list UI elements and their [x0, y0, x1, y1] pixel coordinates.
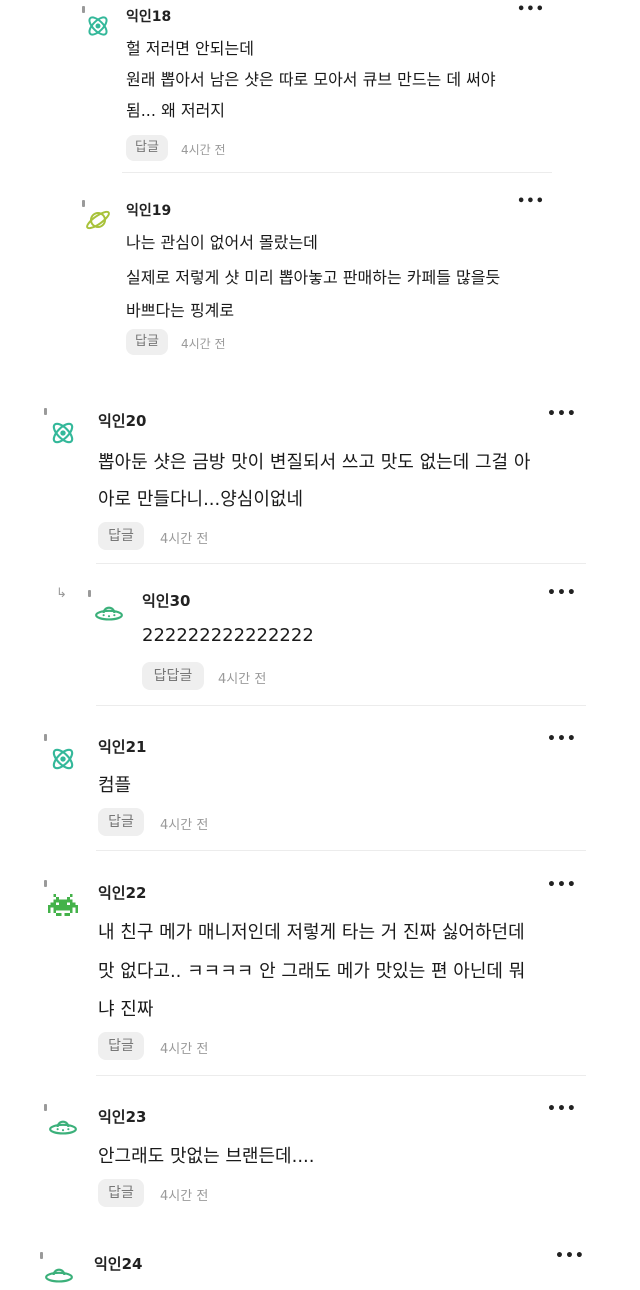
new-dot: [44, 880, 47, 887]
more-options-button[interactable]: •••: [547, 1102, 577, 1116]
divider: [96, 563, 586, 564]
new-dot: [44, 408, 47, 415]
comment-text-line: 헐 저러면 안되는데: [126, 39, 254, 58]
atom-icon: [48, 418, 78, 448]
comment-text-line: 나는 관심이 없어서 몰랐는데: [126, 233, 318, 252]
comment-text-line: 내 친구 메가 매니저인데 저렇게 타는 거 진짜 싫어하던데: [98, 922, 525, 943]
comment-author: 익인18: [126, 9, 172, 25]
comment-text-line: 뽑아둔 샷은 금방 맛이 변질되서 쓰고 맛도 없는데 그걸 아: [98, 452, 531, 473]
comment-timestamp: 4시간 전: [160, 1189, 209, 1204]
comment-author: 익인19: [126, 203, 172, 219]
new-dot: [44, 734, 47, 741]
atom-icon: [84, 12, 112, 40]
comment-author: 익인23: [98, 1108, 147, 1126]
ufo-icon: [48, 1112, 78, 1142]
more-options-button[interactable]: •••: [517, 195, 545, 208]
comment-author: 익인20: [98, 412, 147, 430]
ufo-icon: [44, 1260, 74, 1290]
comment-text-line: 원래 뽑아서 남은 샷은 따로 모아서 큐브 만드는 데 써야: [126, 70, 496, 89]
new-dot: [88, 590, 91, 597]
comment-timestamp: 4시간 전: [181, 337, 226, 351]
comment-text-line: 맛 없다고.. ㅋㅋㅋㅋ 안 그래도 메가 맛있는 편 아닌데 뭐: [98, 961, 526, 982]
atom-icon: [48, 744, 78, 774]
reply-button[interactable]: 답글: [98, 1179, 144, 1207]
comment-text-line: 냐 진짜: [98, 999, 154, 1020]
reply-button[interactable]: 답글: [126, 329, 168, 355]
reply-button[interactable]: 답답글: [142, 662, 204, 690]
more-options-button[interactable]: •••: [547, 732, 577, 746]
more-options-button[interactable]: •••: [547, 407, 577, 421]
comment-text-line: 됨... 왜 저러지: [126, 101, 226, 120]
divider: [96, 705, 586, 706]
comment-author: 익인30: [142, 592, 191, 610]
reply-button[interactable]: 답글: [98, 1032, 144, 1060]
comment-text-line: 안그래도 맛없는 브랜든데....: [98, 1146, 315, 1167]
new-dot: [44, 1104, 47, 1111]
divider: [96, 850, 586, 851]
planet-icon: [84, 206, 112, 234]
comment-timestamp: 4시간 전: [160, 818, 209, 833]
more-options-button[interactable]: •••: [555, 1249, 585, 1263]
comment-author: 익인22: [98, 884, 147, 902]
reply-button[interactable]: 답글: [126, 135, 168, 161]
reply-button[interactable]: 답글: [98, 808, 144, 836]
comment-timestamp: 4시간 전: [181, 143, 226, 157]
comment-timestamp: 4시간 전: [160, 1042, 209, 1057]
ufo-icon: [94, 598, 124, 628]
divider: [96, 1075, 586, 1076]
divider: [122, 172, 552, 173]
more-options-button[interactable]: •••: [547, 878, 577, 892]
comment-author: 익인21: [98, 738, 147, 756]
reply-arrow-icon: ↳: [56, 586, 67, 601]
space-invader-icon: [48, 890, 78, 920]
reply-button[interactable]: 답글: [98, 522, 144, 550]
comment-timestamp: 4시간 전: [160, 532, 209, 547]
comment-text-line: 바쁘다는 핑계로: [126, 301, 235, 320]
comment-author: 익인24: [94, 1255, 143, 1273]
comment-text-line: 아로 만들다니...양심이없네: [98, 489, 304, 510]
comment-text-line: 컴플: [98, 775, 132, 796]
new-dot: [40, 1252, 43, 1259]
comment-text-line: 실제로 저렇게 샷 미리 뽑아놓고 판매하는 카페들 많을듯: [126, 268, 501, 287]
more-options-button[interactable]: •••: [517, 3, 545, 16]
comment-timestamp: 4시간 전: [218, 672, 267, 687]
more-options-button[interactable]: •••: [547, 586, 577, 600]
comment-text-line: 222222222222222: [142, 625, 314, 646]
